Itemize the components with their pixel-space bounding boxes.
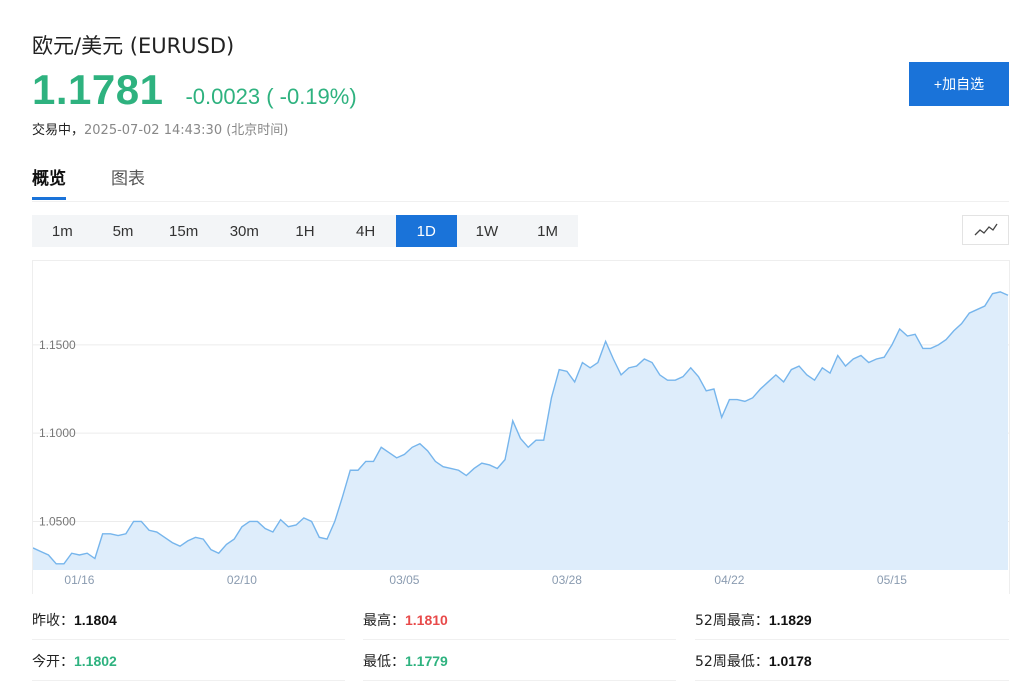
low52-label: 52周最低： <box>695 654 769 670</box>
period-15m[interactable]: 15m <box>153 215 214 247</box>
period-1m[interactable]: 1m <box>32 215 93 247</box>
period-1mo[interactable]: 1M <box>517 215 578 247</box>
high-label: 最高： <box>363 613 405 629</box>
x-tick-label: 02/10 <box>227 573 257 587</box>
high-value: 1.1810 <box>405 612 448 628</box>
x-tick-label: 05/15 <box>877 573 907 587</box>
period-30m[interactable]: 30m <box>214 215 275 247</box>
period-5m[interactable]: 5m <box>93 215 154 247</box>
prev-close-label: 昨收： <box>32 613 74 629</box>
instrument-title: 欧元/美元 (EURUSD) <box>32 34 235 58</box>
low-label: 最低： <box>363 654 405 670</box>
x-tick-label: 04/22 <box>714 573 744 587</box>
low-value: 1.1779 <box>405 653 448 669</box>
y-tick-label: 1.0500 <box>39 514 76 528</box>
stat-52w-low: 52周最低：1.0178 <box>695 641 1009 681</box>
stat-52w-high: 52周最高：1.1829 <box>695 600 1009 640</box>
add-watchlist-button[interactable]: +加自选 <box>909 62 1009 106</box>
last-price: 1.1781 <box>32 66 164 113</box>
quote-timestamp: 2025-07-02 14:43:30 (北京时间) <box>84 123 289 138</box>
tab-overview[interactable]: 概览 <box>32 164 66 200</box>
stat-high: 最高：1.1810 <box>363 600 676 640</box>
period-selector: 1m 5m 15m 30m 1H 4H 1D 1W 1M <box>32 215 578 247</box>
period-1d[interactable]: 1D <box>395 215 457 247</box>
y-tick-label: 1.1500 <box>39 338 76 352</box>
stat-open: 今开：1.1802 <box>32 641 345 681</box>
price-area <box>33 291 1008 570</box>
line-chart-icon <box>974 223 998 236</box>
period-4h[interactable]: 4H <box>335 215 396 247</box>
view-tabs: 概览 图表 <box>32 164 1009 202</box>
y-tick-label: 1.1000 <box>39 426 76 440</box>
price-row: 1.1781 -0.0023 ( -0.19%) <box>32 66 357 114</box>
price-chart-svg: 1.0500 1.1000 1.1500 01/16 02/10 03/05 03/28 04… <box>33 291 1009 587</box>
low52-value: 1.0178 <box>768 653 812 669</box>
high52-label: 52周最高： <box>695 613 769 629</box>
prev-close-value: 1.1804 <box>74 612 117 628</box>
stat-low: 最低：1.1779 <box>363 641 676 681</box>
price-chart[interactable]: 1.0500 1.1000 1.1500 01/16 02/10 03/05 03/28 04… <box>32 260 1010 594</box>
status-label: 交易中， <box>32 123 85 138</box>
x-tick-label: 03/28 <box>552 573 582 587</box>
trading-status: 交易中，2025-07-02 14:43:30 (北京时间) <box>32 119 288 138</box>
x-tick-label: 01/16 <box>64 573 94 587</box>
period-1w[interactable]: 1W <box>457 215 518 247</box>
tab-chart[interactable]: 图表 <box>111 164 145 200</box>
chart-type-button[interactable] <box>962 215 1009 245</box>
high52-value: 1.1829 <box>768 612 812 628</box>
stat-prev-close: 昨收：1.1804 <box>32 600 345 640</box>
open-value: 1.1802 <box>74 653 117 669</box>
x-tick-label: 03/05 <box>389 573 419 587</box>
open-label: 今开： <box>32 654 74 670</box>
period-1h[interactable]: 1H <box>275 215 336 247</box>
price-change: -0.0023 ( -0.19%) <box>185 84 357 109</box>
